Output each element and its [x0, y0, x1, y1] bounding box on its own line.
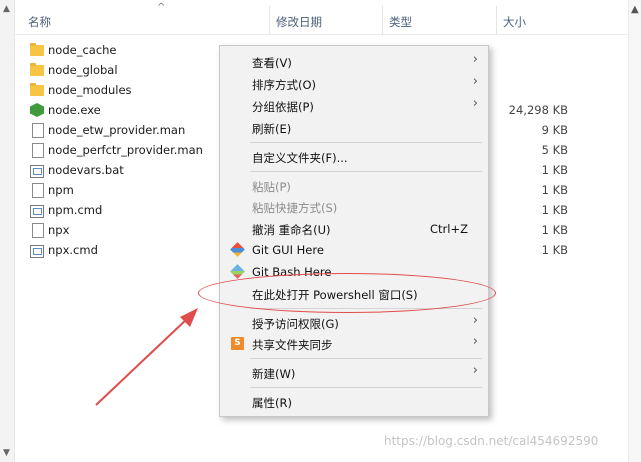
- folder-icon: [30, 63, 44, 76]
- menu-item-give-access[interactable]: 授予访问权限(G) ›: [220, 312, 488, 334]
- menu-item-label: 排序方式(O): [252, 78, 317, 92]
- menu-separator: [250, 308, 482, 309]
- batch-icon: [30, 245, 44, 258]
- menu-item-label: 自定义文件夹(F)...: [252, 151, 348, 165]
- file-size: 1 KB: [541, 183, 568, 197]
- menu-item-label: 查看(V): [252, 56, 292, 70]
- submenu-arrow-icon: ›: [472, 363, 478, 378]
- nodejs-icon: [30, 103, 44, 117]
- menu-item-label: 授予访问权限(G): [252, 317, 339, 331]
- document-icon: [32, 223, 44, 238]
- document-icon: [32, 123, 44, 138]
- file-size: 1 KB: [541, 163, 568, 177]
- file-name: npx.cmd: [48, 243, 98, 257]
- batch-icon: [30, 205, 44, 218]
- column-name[interactable]: 名称: [28, 14, 51, 30]
- menu-item-label: 新建(W): [252, 367, 296, 381]
- watermark: https://blog.csdn.net/cal454692590: [384, 434, 599, 448]
- file-name: node_perfctr_provider.man: [48, 143, 203, 157]
- menu-item-refresh[interactable]: 刷新(E): [220, 117, 488, 139]
- document-icon: [32, 183, 44, 198]
- file-name: nodevars.bat: [48, 163, 124, 177]
- menu-item-label: 属性(R): [252, 396, 292, 410]
- column-divider[interactable]: [269, 6, 270, 34]
- file-size: 1 KB: [541, 223, 568, 237]
- submenu-arrow-icon: ›: [472, 74, 478, 89]
- column-divider[interactable]: [496, 6, 497, 34]
- context-menu: 查看(V) › 排序方式(O) › 分组依据(P) › 刷新(E) 自定义文件夹…: [219, 45, 489, 417]
- menu-item-paste[interactable]: 粘贴(P): [220, 175, 488, 197]
- menu-item-share-sync[interactable]: S 共享文件夹同步 ›: [220, 333, 488, 355]
- submenu-arrow-icon: ›: [472, 313, 478, 328]
- menu-item-label: 分组依据(P): [252, 100, 314, 114]
- menu-item-label: 刷新(E): [252, 122, 292, 136]
- menu-item-view[interactable]: 查看(V) ›: [220, 51, 488, 73]
- submenu-arrow-icon: ›: [472, 334, 478, 349]
- menu-item-properties[interactable]: 属性(R): [220, 391, 488, 413]
- folder-icon: [30, 43, 44, 56]
- menu-item-label: 粘贴(P): [252, 180, 291, 194]
- menu-item-shortcut: Ctrl+Z: [430, 222, 468, 236]
- git-bash-icon: [230, 264, 245, 279]
- menu-item-label: Git Bash Here: [252, 265, 332, 279]
- menu-item-undo-rename[interactable]: 撤消 重命名(U) Ctrl+Z: [220, 218, 488, 240]
- file-name: npm: [48, 183, 74, 197]
- file-name: node_global: [48, 63, 118, 77]
- left-pane-scrollbar[interactable]: ▲ ▼: [0, 0, 15, 462]
- menu-item-paste-shortcut[interactable]: 粘贴快捷方式(S): [220, 196, 488, 218]
- column-header: ^ 名称 修改日期 类型 大小: [14, 0, 628, 35]
- file-size: 9 KB: [541, 123, 568, 137]
- menu-item-label: Git GUI Here: [252, 243, 324, 257]
- menu-item-git-bash[interactable]: Git Bash Here: [220, 261, 488, 283]
- menu-item-customize-folder[interactable]: 自定义文件夹(F)...: [220, 146, 488, 168]
- file-size: 5 KB: [541, 143, 568, 157]
- menu-separator: [250, 358, 482, 359]
- folder-icon: [30, 83, 44, 96]
- column-type[interactable]: 类型: [389, 14, 412, 30]
- column-size[interactable]: 大小: [503, 14, 526, 30]
- document-icon: [32, 143, 44, 158]
- menu-separator: [250, 171, 482, 172]
- menu-item-label: 共享文件夹同步: [252, 338, 333, 352]
- scroll-up-icon[interactable]: ▲: [631, 4, 639, 15]
- menu-item-group[interactable]: 分组依据(P) ›: [220, 95, 488, 117]
- menu-item-label: 撤消 重命名(U): [252, 223, 331, 237]
- file-name: node_modules: [48, 83, 132, 97]
- submenu-arrow-icon: ›: [472, 52, 478, 67]
- column-date[interactable]: 修改日期: [276, 14, 322, 30]
- menu-item-new[interactable]: 新建(W) ›: [220, 362, 488, 384]
- menu-item-open-powershell[interactable]: 在此处打开 Powershell 窗口(S): [220, 283, 488, 305]
- file-name: node_cache: [48, 43, 117, 57]
- column-divider[interactable]: [382, 6, 383, 34]
- menu-separator: [250, 387, 482, 388]
- submenu-arrow-icon: ›: [472, 96, 478, 111]
- sort-ascending-icon: ^: [157, 2, 166, 13]
- file-size: 1 KB: [541, 203, 568, 217]
- menu-item-sort[interactable]: 排序方式(O) ›: [220, 73, 488, 95]
- file-size: 1 KB: [541, 243, 568, 257]
- menu-item-label: 粘贴快捷方式(S): [252, 201, 338, 215]
- scroll-down-icon[interactable]: ▼: [3, 448, 10, 458]
- file-size: 24,298 KB: [508, 103, 568, 117]
- right-pane-scrollbar[interactable]: ▲: [628, 0, 641, 462]
- batch-icon: [30, 165, 44, 178]
- file-name: node.exe: [48, 103, 101, 117]
- share-sync-icon: S: [231, 337, 244, 350]
- file-name: node_etw_provider.man: [48, 123, 186, 137]
- menu-item-label: 在此处打开 Powershell 窗口(S): [252, 288, 418, 302]
- file-name: npx: [48, 223, 70, 237]
- menu-separator: [250, 142, 482, 143]
- file-name: npm.cmd: [48, 203, 103, 217]
- scroll-up-icon[interactable]: ▲: [3, 4, 10, 14]
- git-gui-icon: [230, 242, 245, 257]
- menu-item-git-gui[interactable]: Git GUI Here: [220, 239, 488, 261]
